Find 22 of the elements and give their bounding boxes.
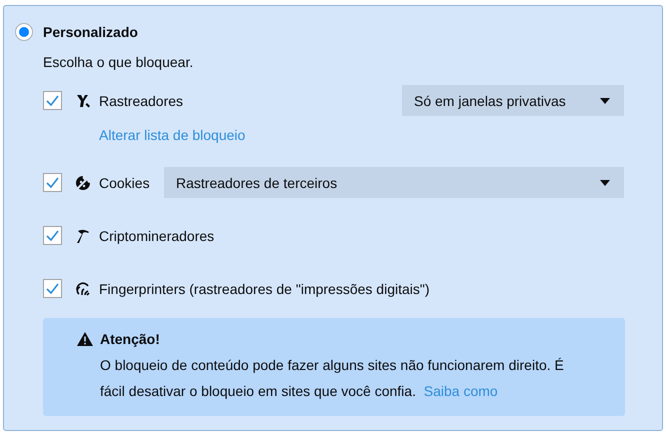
caret-icon bbox=[600, 180, 610, 186]
fingerprint-icon bbox=[75, 280, 91, 296]
pickaxe-icon bbox=[75, 228, 91, 244]
warning-title: Atenção! bbox=[100, 331, 160, 347]
dropdown[interactable]: Só em janelas privativas bbox=[402, 85, 624, 116]
checkbox[interactable] bbox=[43, 91, 62, 110]
radio-button[interactable] bbox=[15, 23, 33, 41]
tracker-icon bbox=[75, 92, 91, 108]
option-label: Criptomineradores bbox=[99, 228, 214, 244]
checkbox[interactable] bbox=[43, 173, 62, 192]
checkbox[interactable] bbox=[43, 279, 62, 298]
cookie-icon bbox=[75, 174, 91, 190]
dropdown[interactable]: Rastreadores de terceiros bbox=[164, 167, 624, 198]
intro-text: Escolha o que bloquear. bbox=[43, 54, 194, 70]
warning-text: O bloqueio de conteúdo pode fazer alguns sites não funcionarem direito. É fácil desativar o bloqueio em sites que você confia. Saiba como bbox=[100, 356, 565, 401]
option-label: Cookies bbox=[99, 174, 150, 190]
checkbox[interactable] bbox=[43, 226, 62, 245]
option-label: Rastreadores bbox=[99, 92, 184, 108]
caret-icon bbox=[600, 98, 610, 104]
option-label: Fingerprinters (rastreadores de "impressões digitais") bbox=[99, 280, 430, 296]
warning-icon bbox=[77, 332, 93, 346]
option-title: Personalizado bbox=[43, 24, 138, 40]
